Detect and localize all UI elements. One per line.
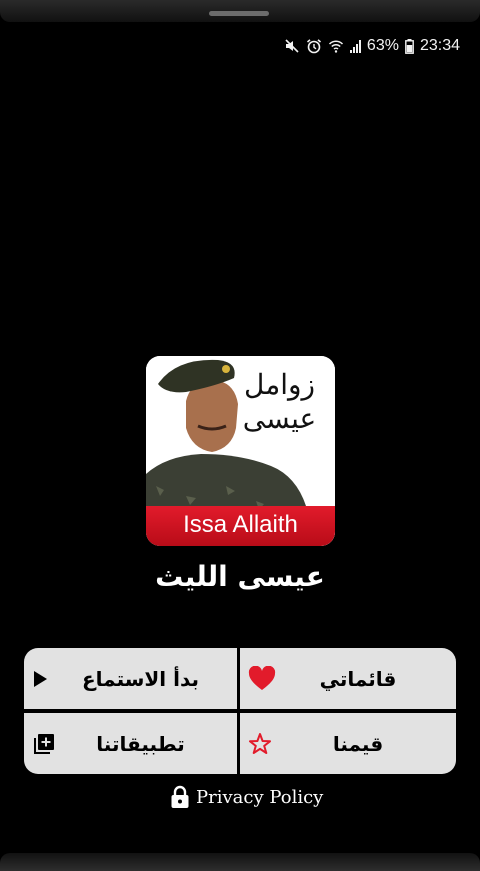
my-lists-label: قائماتي [319,666,397,691]
my-lists-button[interactable]: قائماتي [240,648,456,709]
app-icon: زوامل عيسى Issa Allaith [146,356,335,546]
our-apps-button[interactable]: تطبيقاتنا [24,713,237,774]
heart-icon [248,665,276,690]
start-listening-button[interactable]: بدأ الاستماع [24,648,237,709]
star-icon [249,732,271,754]
status-bar: 63% 23:34 [284,35,460,57]
privacy-policy-label: Privacy Policy [196,786,324,808]
wifi-icon [328,40,343,53]
mute-icon [285,39,299,53]
clock: 23:34 [419,37,460,54]
calligraphy-line-1: زوامل [243,368,316,401]
alarm-icon [306,39,321,54]
screen: 63% 23:34 زوامل عيسى Issa Allaith عيسى ا… [0,0,480,871]
signal-icon [349,39,361,53]
library-add-icon [34,733,54,754]
handle-pill [209,11,269,16]
start-listening-label: بدأ الاستماع [81,666,200,691]
lock-icon [171,785,189,808]
calligraphy-line-2: عيسى [242,402,317,435]
privacy-policy-link[interactable]: Privacy Policy [170,784,323,810]
rate-us-button[interactable]: قيمنا [240,713,456,774]
play-icon [34,670,47,687]
icon-calligraphy: زوامل عيسى [232,368,327,436]
app-title: عيسى الليث [155,560,325,593]
battery-icon [405,38,414,54]
rate-us-label: قيمنا [332,731,384,756]
top-handle [0,0,480,22]
bottom-edge [0,853,480,871]
our-apps-label: تطبيقاتنا [96,731,185,756]
main-menu: بدأ الاستماع قائماتي تطبيقاتنا قيمنا [24,648,456,774]
battery-percent: 63% [366,37,399,54]
icon-caption: Issa Allaith [183,511,298,538]
